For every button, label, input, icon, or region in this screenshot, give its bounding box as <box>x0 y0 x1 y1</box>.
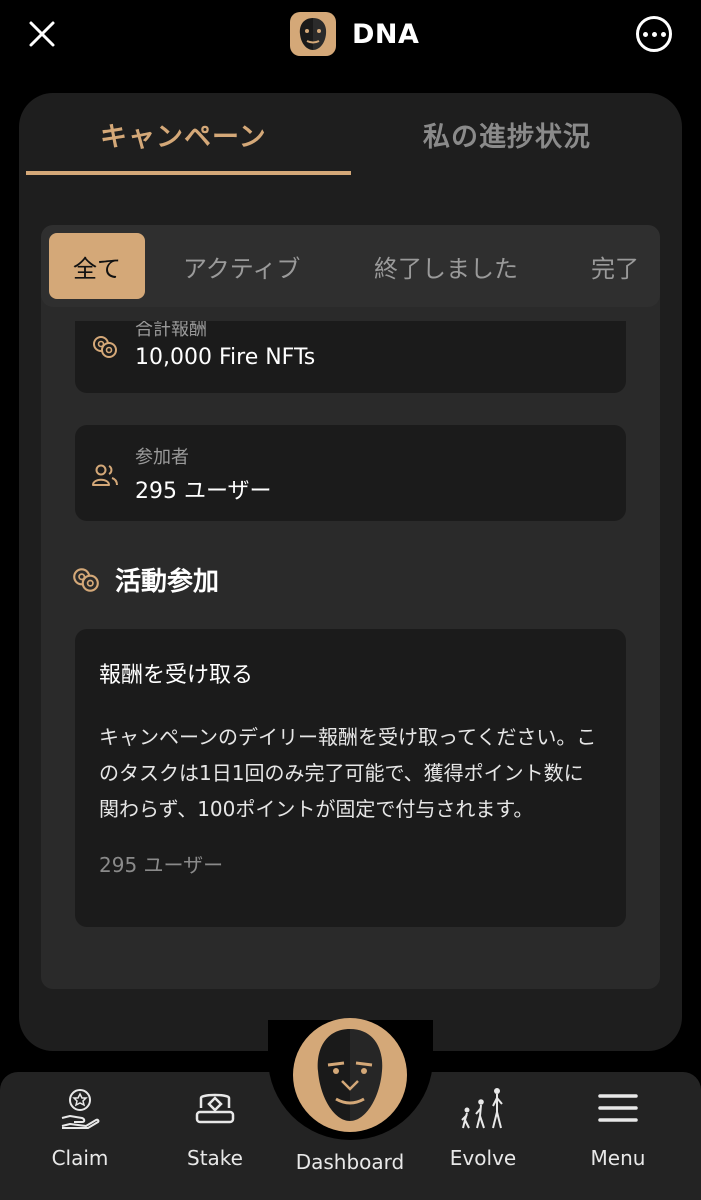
total-reward-card: 合計報酬 10,000 Fire NFTs <box>75 321 626 393</box>
more-dot-icon <box>660 31 666 37</box>
total-reward-label: 合計報酬 <box>135 321 207 340</box>
total-reward-value: 10,000 Fire NFTs <box>135 345 316 370</box>
users-icon <box>92 464 118 486</box>
hamburger-menu-icon <box>594 1084 642 1132</box>
campaign-panel: キャンペーン 私の進捗状況 全て アクティブ 終了しました 完了 合計報酬 10… <box>19 93 682 1051</box>
more-dot-icon <box>651 31 657 37</box>
close-icon <box>29 21 55 47</box>
filter-active[interactable]: アクティブ <box>183 233 300 299</box>
app-title: DNA <box>352 18 420 50</box>
participants-value: 295 ユーザー <box>135 479 272 504</box>
dashboard-button[interactable] <box>293 1018 407 1132</box>
app-logo <box>290 12 336 56</box>
top-bar: DNA <box>0 0 701 90</box>
active-tab-indicator <box>26 171 351 175</box>
coins-icon <box>93 336 117 358</box>
ape-man-face-icon <box>317 1029 383 1121</box>
nav-menu-label: Menu <box>590 1146 646 1170</box>
filter-completed[interactable]: 完了 <box>591 233 639 299</box>
more-dot-icon <box>642 31 648 37</box>
close-button[interactable] <box>26 18 58 50</box>
nav-stake-label: Stake <box>187 1146 243 1170</box>
evolution-icon <box>459 1084 507 1132</box>
section-title: 活動参加 <box>115 567 220 597</box>
campaign-scroll-area[interactable]: 合計報酬 10,000 Fire NFTs 参加者 295 ユーザー 活動参加 … <box>41 321 660 989</box>
nav-claim[interactable]: Claim <box>25 1084 135 1170</box>
task-description: キャンペーンのデイリー報酬を受け取ってください。このタスクは1日1回のみ完了可能… <box>99 725 597 821</box>
tab-campaign[interactable]: キャンペーン <box>100 115 267 154</box>
participants-card: 参加者 295 ユーザー <box>75 425 626 521</box>
filter-ended[interactable]: 終了しました <box>374 233 518 299</box>
main-tabs: キャンペーン 私の進捗状況 <box>19 93 682 177</box>
nav-stake[interactable]: Stake <box>160 1084 270 1170</box>
tab-my-progress[interactable]: 私の進捗状況 <box>423 115 591 154</box>
task-title: 報酬を受け取る <box>99 663 254 688</box>
coins-icon <box>73 567 99 592</box>
stake-icon <box>191 1084 239 1132</box>
nav-menu[interactable]: Menu <box>563 1084 673 1170</box>
nav-claim-label: Claim <box>51 1146 109 1170</box>
activity-section-header: 活動参加 <box>71 561 219 598</box>
campaign-content: 全て アクティブ 終了しました 完了 合計報酬 10,000 Fire NFTs <box>41 225 660 989</box>
nav-evolve[interactable]: Evolve <box>428 1084 538 1170</box>
app-header: DNA <box>290 12 419 56</box>
ape-man-face-icon <box>299 18 327 50</box>
award-hand-icon <box>56 1084 104 1132</box>
participants-label: 参加者 <box>135 447 189 468</box>
nav-dashboard-label: Dashboard <box>295 1150 405 1174</box>
nav-evolve-label: Evolve <box>449 1146 517 1170</box>
more-options-button[interactable] <box>636 16 672 52</box>
filter-all[interactable]: 全て <box>49 233 145 299</box>
task-user-count: 295 ユーザー <box>99 853 224 877</box>
filter-bar: 全て アクティブ 終了しました 完了 <box>41 225 660 307</box>
task-card[interactable]: 報酬を受け取る キャンペーンのデイリー報酬を受け取ってください。このタスクは1日… <box>75 629 626 927</box>
